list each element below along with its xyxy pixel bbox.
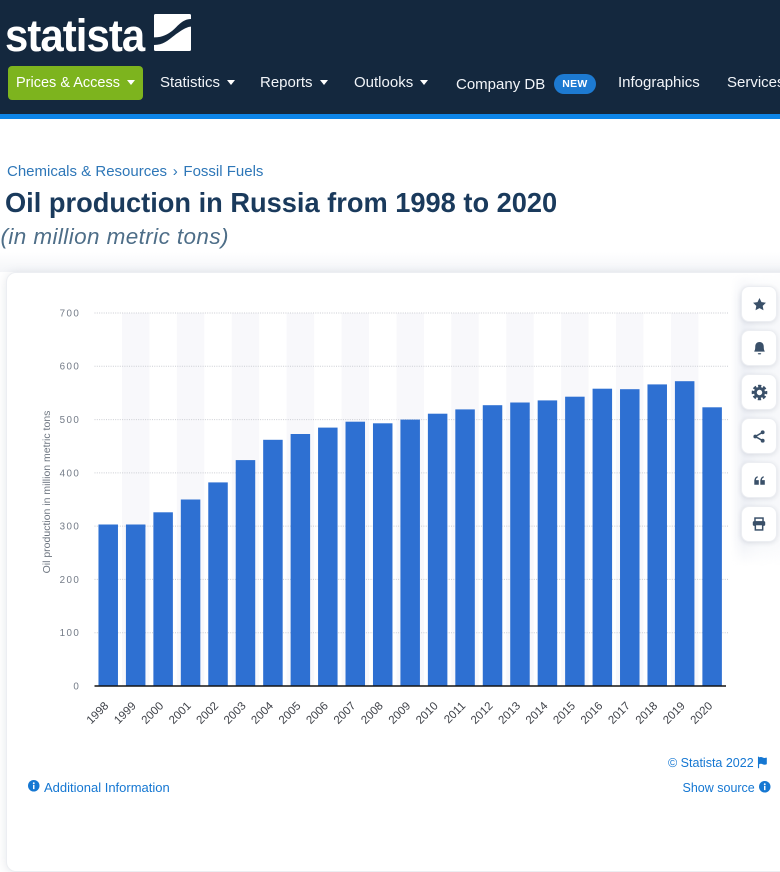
svg-text:2007: 2007 xyxy=(332,700,359,727)
svg-text:2017: 2017 xyxy=(606,700,633,727)
svg-text:2002: 2002 xyxy=(195,700,222,727)
svg-text:2009: 2009 xyxy=(387,700,414,727)
svg-text:2018: 2018 xyxy=(634,700,661,727)
svg-text:2011: 2011 xyxy=(442,700,468,726)
svg-text:200: 200 xyxy=(60,575,81,586)
svg-text:2010: 2010 xyxy=(414,700,441,727)
svg-text:2008: 2008 xyxy=(359,700,386,727)
svg-text:2000: 2000 xyxy=(140,700,167,727)
svg-text:2014: 2014 xyxy=(524,700,551,727)
svg-text:2001: 2001 xyxy=(167,700,194,727)
svg-text:500: 500 xyxy=(60,415,81,426)
svg-text:0: 0 xyxy=(73,681,80,692)
svg-text:300: 300 xyxy=(60,522,81,533)
svg-text:400: 400 xyxy=(60,468,81,479)
svg-text:2012: 2012 xyxy=(469,700,496,727)
svg-text:Oil production in million metr: Oil production in million metric tons xyxy=(41,411,53,574)
svg-text:1998: 1998 xyxy=(85,700,112,727)
svg-text:2016: 2016 xyxy=(579,700,606,727)
svg-text:2013: 2013 xyxy=(497,700,524,727)
svg-text:700: 700 xyxy=(60,308,81,319)
svg-text:2005: 2005 xyxy=(277,700,304,727)
svg-text:2003: 2003 xyxy=(222,700,249,727)
svg-text:2019: 2019 xyxy=(661,700,688,727)
svg-text:2020: 2020 xyxy=(689,700,716,727)
svg-text:600: 600 xyxy=(60,362,81,373)
svg-text:2004: 2004 xyxy=(249,700,276,727)
svg-text:2006: 2006 xyxy=(304,700,331,727)
svg-text:2015: 2015 xyxy=(551,700,578,727)
svg-text:100: 100 xyxy=(60,628,81,639)
svg-text:1999: 1999 xyxy=(112,700,139,727)
